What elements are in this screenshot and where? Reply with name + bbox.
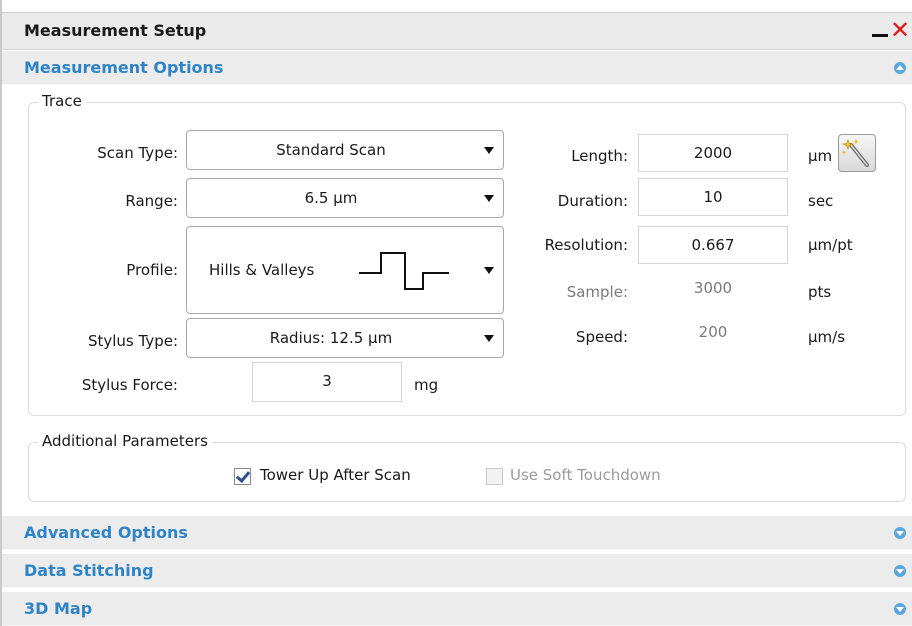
window-title: Measurement Setup (24, 21, 207, 40)
additional-parameters-group (28, 442, 906, 502)
range-label: Range: (125, 192, 178, 210)
resolution-label: Resolution: (544, 236, 628, 254)
measurement-options-panel: Trace Scan Type: Standard Scan Range: 6.… (2, 86, 912, 516)
length-input[interactable]: 2000 (638, 134, 788, 172)
range-dropdown[interactable]: 6.5 µm (186, 178, 504, 218)
duration-unit: sec (808, 192, 834, 210)
speed-unit: µm/s (808, 328, 846, 346)
section-measurement-options[interactable]: Measurement Options (2, 51, 912, 85)
sample-label: Sample: (566, 283, 628, 301)
chevron-down-icon (484, 335, 494, 342)
stylus-force-label: Stylus Force: (81, 376, 178, 394)
minimize-icon[interactable] (870, 15, 890, 45)
sample-value: 3000 (638, 270, 788, 308)
section-label: 3D Map (24, 599, 93, 618)
expand-arrow-icon[interactable] (894, 603, 906, 615)
section-label: Measurement Options (24, 58, 224, 77)
length-unit: µm (808, 147, 833, 165)
magic-wand-icon (841, 139, 869, 167)
expand-arrow-icon[interactable] (894, 527, 906, 539)
scan-type-dropdown[interactable]: Standard Scan (186, 130, 504, 170)
stylus-type-dropdown[interactable]: Radius: 12.5 µm (186, 318, 504, 358)
chevron-down-icon (484, 195, 494, 202)
stylus-type-value: Radius: 12.5 µm (269, 329, 393, 347)
close-icon[interactable]: ✕ (890, 16, 910, 46)
chevron-down-icon (484, 267, 494, 274)
tower-up-checkbox[interactable] (234, 468, 251, 485)
section-label: Data Stitching (24, 561, 154, 580)
range-value: 6.5 µm (304, 189, 358, 207)
resolution-unit: µm/pt (808, 236, 853, 254)
sample-unit: pts (808, 283, 832, 301)
profile-label: Profile: (126, 261, 178, 279)
duration-label: Duration: (557, 192, 628, 210)
stylus-type-label: Stylus Type: (87, 332, 178, 350)
soft-touchdown-checkbox[interactable] (486, 468, 503, 485)
length-label: Length: (571, 147, 628, 165)
section-data-stitching[interactable]: Data Stitching (2, 554, 912, 588)
scan-type-label: Scan Type: (97, 144, 178, 162)
collapse-arrow-icon[interactable] (894, 62, 906, 74)
profile-dropdown[interactable]: Hills & Valleys (186, 226, 504, 314)
stylus-force-unit: mg (414, 376, 439, 394)
hills-valleys-profile-icon (359, 252, 449, 290)
expand-arrow-icon[interactable] (894, 565, 906, 577)
section-label: Advanced Options (24, 523, 188, 542)
soft-touchdown-label: Use Soft Touchdown (510, 466, 661, 484)
duration-input[interactable]: 10 (638, 178, 788, 216)
trace-legend: Trace (38, 92, 86, 110)
additional-parameters-legend: Additional Parameters (38, 432, 212, 450)
measurement-setup-window: Measurement Setup ✕ Measurement Options … (0, 0, 912, 626)
stylus-force-input[interactable]: 3 (252, 362, 402, 402)
scan-type-value: Standard Scan (276, 141, 386, 159)
tower-up-label[interactable]: Tower Up After Scan (260, 466, 411, 484)
title-bar: Measurement Setup ✕ (2, 12, 912, 50)
speed-value: 200 (638, 314, 788, 352)
section-3d-map[interactable]: 3D Map (2, 592, 912, 626)
chevron-down-icon (484, 147, 494, 154)
section-advanced-options[interactable]: Advanced Options (2, 516, 912, 550)
profile-value: Hills & Valleys (209, 261, 315, 279)
speed-label: Speed: (575, 328, 628, 346)
resolution-input[interactable]: 0.667 (638, 226, 788, 264)
calculate-length-button[interactable] (838, 134, 876, 172)
